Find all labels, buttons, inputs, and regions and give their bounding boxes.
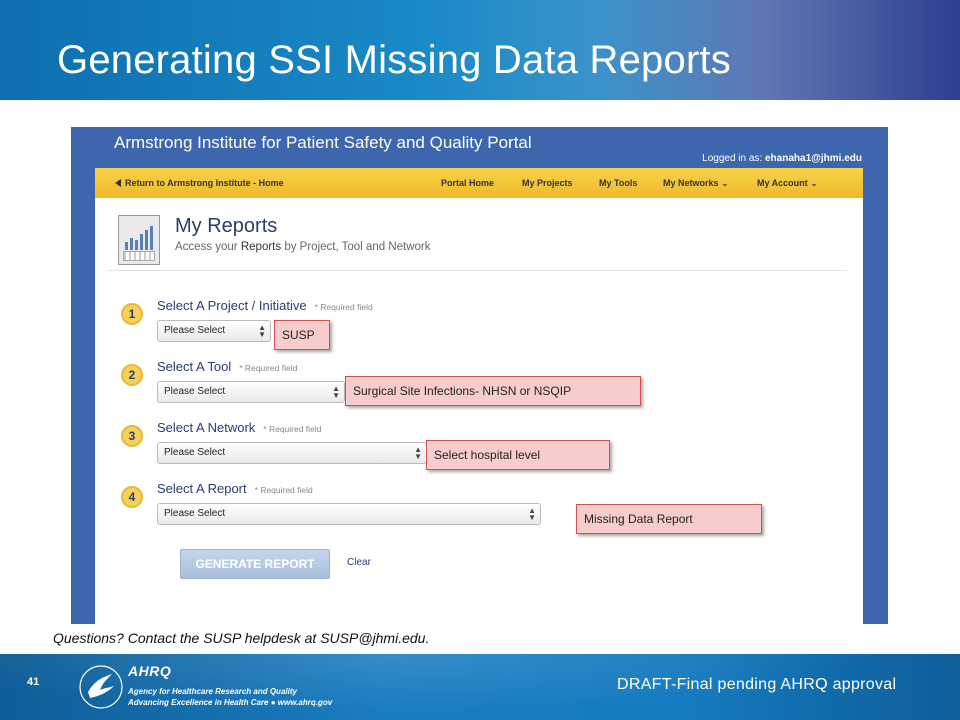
chevron-down-icon: ⌄ (721, 179, 729, 188)
page-subtitle: Access your Reports by Project, Tool and… (175, 241, 431, 253)
page-number: 41 (27, 676, 40, 688)
up-down-arrows-icon: ▲ ▼ (332, 384, 340, 400)
callout-network: Select hospital level (426, 440, 610, 470)
clear-link[interactable]: Clear (347, 557, 371, 568)
step-number: 1 (121, 303, 143, 325)
step-label-text: Select A Project / Initiative (157, 298, 307, 313)
nav-my-projects[interactable]: My Projects (522, 178, 573, 188)
required-note: * Required field (239, 363, 298, 373)
callout-report: Missing Data Report (576, 504, 762, 534)
step-number: 2 (121, 364, 143, 386)
subtitle-highlight: Reports (240, 241, 282, 253)
callout-project-text: SUSP (282, 328, 315, 342)
required-note: * Required field (254, 485, 313, 495)
callout-project: SUSP (274, 320, 330, 350)
draft-note: DRAFT-Final pending AHRQ approval (617, 676, 897, 693)
select-value: Please Select (164, 508, 226, 519)
ahrq-tagline: Advancing Excellence in Health Care ● ww… (128, 698, 333, 707)
up-down-arrows-icon: ▲ ▼ (528, 506, 536, 522)
portal-title: Armstrong Institute for Patient Safety a… (114, 133, 532, 152)
network-select[interactable]: Please Select ▲ ▼ (157, 442, 427, 464)
callout-tool-text: Surgical Site Infections- NHSN or NSQIP (353, 384, 572, 398)
select-value: Please Select (164, 386, 226, 397)
logged-in-status: Logged in as: ehanaha1@jhmi.edu (702, 153, 862, 164)
helpdesk-note: Questions? Contact the SUSP helpdesk at … (53, 630, 430, 646)
logged-in-prefix: Logged in as: (702, 153, 763, 164)
nav-my-networks-label: My Networks (663, 178, 719, 188)
chevron-down-icon: ⌄ (810, 179, 818, 188)
step-label: Select A Network * Required field (157, 420, 321, 435)
subtitle-suffix: by Project, Tool and Network (284, 241, 431, 253)
slide-footer: 41 AHRQ Agency for Healthcare Research a… (0, 654, 960, 720)
left-triangle-icon (115, 179, 121, 187)
divider (107, 270, 847, 271)
step-number: 4 (121, 486, 143, 508)
ahrq-wordmark: AHRQ (128, 663, 172, 679)
callout-network-text: Select hospital level (434, 448, 541, 462)
report-chart-icon (118, 215, 160, 265)
required-note: * Required field (314, 302, 373, 312)
nav-my-networks[interactable]: My Networks ⌄ (663, 178, 728, 188)
nav-my-account-label: My Account (757, 178, 808, 188)
callout-report-text: Missing Data Report (584, 512, 693, 526)
select-value: Please Select (164, 325, 226, 336)
nav-my-account[interactable]: My Account ⌄ (757, 178, 817, 188)
ahrq-agency-name: Agency for Healthcare Research and Quali… (128, 687, 297, 696)
tool-select[interactable]: Please Select ▲ ▼ (157, 381, 345, 403)
project-select[interactable]: Please Select ▲ ▼ (157, 320, 271, 342)
page-title: My Reports (175, 215, 278, 237)
step-label-text: Select A Report (157, 481, 247, 496)
report-select[interactable]: Please Select ▲ ▼ (157, 503, 541, 525)
step-label-text: Select A Network (157, 420, 256, 435)
subtitle-prefix: Access your (175, 241, 238, 253)
slide-title: Generating SSI Missing Data Reports (57, 38, 731, 82)
required-note: * Required field (263, 424, 322, 434)
callout-tool: Surgical Site Infections- NHSN or NSQIP (345, 376, 641, 406)
step-label: Select A Project / Initiative * Required … (157, 298, 373, 313)
logged-in-user: ehanaha1@jhmi.edu (765, 153, 862, 164)
generate-report-button[interactable]: GENERATE REPORT (180, 549, 330, 579)
slide-header: Generating SSI Missing Data Reports (0, 0, 960, 100)
step-label: Select A Report * Required field (157, 481, 313, 496)
step-number: 3 (121, 425, 143, 447)
nav-my-tools[interactable]: My Tools (599, 178, 637, 188)
up-down-arrows-icon: ▲ ▼ (414, 445, 422, 461)
nav-portal-home[interactable]: Portal Home (441, 178, 494, 188)
nav-return-home[interactable]: Return to Armstrong Institute - Home (115, 178, 284, 188)
hhs-eagle-logo (79, 665, 123, 709)
select-value: Please Select (164, 447, 226, 458)
nav-return-home-label: Return to Armstrong Institute - Home (125, 178, 284, 188)
step-label: Select A Tool * Required field (157, 359, 297, 374)
portal-content: My Reports Access your Reports by Projec… (95, 198, 863, 624)
step-label-text: Select A Tool (157, 359, 232, 374)
up-down-arrows-icon: ▲ ▼ (258, 323, 266, 339)
portal-nav-bar: Return to Armstrong Institute - Home Por… (95, 168, 863, 198)
